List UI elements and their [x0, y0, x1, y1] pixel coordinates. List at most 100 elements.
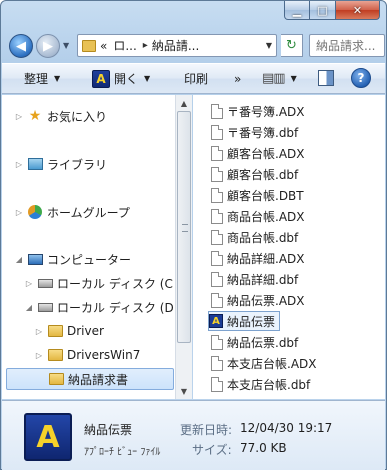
file-icon	[211, 271, 223, 287]
expand-arrow-icon[interactable]: ▷	[24, 279, 34, 288]
collapse-arrow-icon[interactable]: ◢	[24, 303, 34, 312]
file-item[interactable]: 納品伝票.dbf	[211, 332, 298, 352]
file-item[interactable]: 商品台帳.ADX	[211, 206, 305, 226]
scroll-up-icon[interactable]: ▲	[176, 95, 192, 111]
nav-item-computer[interactable]: ◢ コンピューター	[14, 248, 131, 270]
file-icon	[211, 250, 223, 266]
breadcrumb-separator-icon[interactable]: ▸	[143, 40, 148, 51]
file-item[interactable]: 〒番号簿.ADX	[211, 101, 305, 121]
nav-item-disk-c[interactable]: ▷ ローカル ディスク (C	[24, 272, 173, 294]
file-name: 〒番号簿.ADX	[227, 104, 305, 119]
breadcrumb-overflow[interactable]: «	[100, 39, 107, 53]
computer-icon	[27, 251, 43, 267]
expand-arrow-icon[interactable]: ▷	[14, 208, 24, 217]
nav-item-favorites[interactable]: ▷ ★ お気に入り	[14, 105, 107, 127]
folder-icon	[48, 371, 64, 387]
file-item[interactable]: 顧客台帳.DBT	[211, 185, 304, 205]
collapse-arrow-icon[interactable]: ◢	[14, 255, 24, 264]
file-item[interactable]: 顧客台帳.dbf	[211, 164, 298, 184]
minimize-button[interactable]: ▁	[284, 1, 310, 20]
disk-icon	[37, 275, 53, 291]
file-item[interactable]: 商品台帳.dbf	[211, 227, 298, 247]
chevron-down-icon[interactable]: ▼	[266, 41, 272, 50]
nav-label: DriversWin7	[67, 348, 141, 362]
nav-label: コンピューター	[47, 252, 132, 267]
file-item[interactable]: 顧客台帳.ADX	[211, 143, 305, 163]
file-name: 納品詳細.dbf	[227, 272, 299, 287]
file-name: 納品伝票	[227, 314, 276, 329]
nav-scrollbar[interactable]: ▲ ▼	[175, 95, 192, 399]
search-input[interactable]	[316, 38, 382, 53]
breadcrumb-current[interactable]: 納品請...	[152, 37, 199, 54]
explorer-window: ▁ □ ✕ ◀ ▶ ▼ « ロ... ▸ 納品請... ▼ ↻ 整理 ▼ A 開く…	[0, 0, 387, 470]
chevron-right-icon: »	[234, 71, 242, 86]
file-icon	[211, 208, 223, 224]
library-icon	[27, 156, 43, 172]
file-name: 本支店台帳.ADX	[227, 356, 317, 371]
more-commands-button[interactable]: »	[234, 64, 241, 93]
back-button[interactable]: ◀	[9, 34, 33, 58]
organize-button[interactable]: 整理 ▼	[24, 64, 60, 93]
arrow-right-icon: ▶	[43, 38, 53, 54]
chevron-down-icon: ▼	[290, 74, 297, 83]
file-name: 商品台帳.dbf	[227, 230, 299, 245]
chevron-down-icon: ▼	[144, 74, 151, 83]
file-item[interactable]: 本支店台帳.ADX	[211, 353, 317, 373]
nav-item-driverswin7[interactable]: ▷ DriversWin7	[34, 344, 140, 366]
nav-item-homegroup[interactable]: ▷ ホームグループ	[14, 201, 130, 223]
file-icon	[211, 187, 223, 203]
file-name: 納品詳細.ADX	[227, 251, 305, 266]
nav-label: お気に入り	[47, 109, 108, 124]
file-item[interactable]: 本支店台帳.dbf	[211, 374, 310, 394]
forward-button[interactable]: ▶	[36, 34, 60, 58]
approach-app-icon: A	[209, 314, 223, 328]
file-name: 顧客台帳.ADX	[227, 146, 305, 161]
open-button[interactable]: A 開く ▼	[92, 64, 150, 93]
scroll-down-icon[interactable]: ▼	[176, 383, 192, 399]
file-item-selected[interactable]: A 納品伝票	[208, 311, 281, 331]
expand-arrow-icon[interactable]: ▷	[34, 351, 44, 360]
file-item[interactable]: 納品伝票.ADX	[211, 290, 305, 310]
maximize-icon: □	[317, 3, 328, 17]
details-size-value: 77.0 KB	[240, 441, 287, 455]
details-pane: A 納品伝票 ｱﾌﾟﾛｰﾁ ﾋﾞｭｰ ﾌｧｲﾙ 更新日時: 12/04/30 1…	[2, 400, 385, 470]
nav-item-selected-folder[interactable]: 納品請求書	[6, 368, 174, 390]
details-file-name: 納品伝票	[84, 423, 133, 437]
help-icon[interactable]: ?	[351, 68, 371, 88]
file-icon	[211, 229, 223, 245]
nav-item-libraries[interactable]: ▷ ライブラリ	[14, 153, 107, 175]
nav-item-driver[interactable]: ▷ Driver	[34, 320, 104, 342]
caption-buttons: ▁ □ ✕	[284, 1, 380, 20]
recent-pages-dropdown[interactable]: ▼	[63, 41, 69, 50]
nav-label: ホームグループ	[47, 205, 130, 220]
view-options-button[interactable]: ▤▥ ▼	[262, 64, 297, 93]
details-modified-label: 更新日時:	[180, 423, 233, 437]
search-box[interactable]	[309, 34, 385, 57]
refresh-button[interactable]: ↻	[281, 34, 303, 57]
expand-arrow-icon[interactable]: ▷	[14, 160, 24, 169]
file-name: 納品伝票.dbf	[227, 335, 299, 350]
address-bar[interactable]: « ロ... ▸ 納品請... ▼	[77, 34, 277, 57]
details-file-type: ｱﾌﾟﾛｰﾁ ﾋﾞｭｰ ﾌｧｲﾙ	[84, 447, 161, 458]
file-list: 〒番号簿.ADX 〒番号簿.dbf 顧客台帳.ADX 顧客台帳.dbf 顧客台帳…	[193, 95, 385, 399]
file-icon	[211, 334, 223, 350]
preview-pane-icon[interactable]	[318, 70, 334, 86]
file-item[interactable]: 納品詳細.dbf	[211, 269, 298, 289]
expand-arrow-icon[interactable]: ▷	[34, 327, 44, 336]
maximize-button[interactable]: □	[310, 1, 336, 20]
file-name: 商品台帳.ADX	[227, 209, 305, 224]
expand-arrow-icon[interactable]: ▷	[14, 112, 24, 121]
file-name: 本支店台帳.dbf	[227, 377, 311, 392]
file-item[interactable]: 〒番号簿.dbf	[211, 122, 298, 142]
close-button[interactable]: ✕	[336, 1, 380, 20]
nav-label: 納品請求書	[68, 372, 129, 387]
navigation-pane: ▷ ★ お気に入り ▷ ライブラリ ▷ ホームグループ ◢ コンピューター ▷ …	[2, 95, 175, 399]
chevron-down-icon: ▼	[54, 74, 61, 83]
nav-item-disk-d[interactable]: ◢ ローカル ディスク (D	[24, 296, 174, 318]
nav-label: ライブラリ	[47, 157, 108, 172]
file-item[interactable]: 納品詳細.ADX	[211, 248, 305, 268]
nav-label: Driver	[67, 324, 104, 338]
print-button[interactable]: 印刷	[184, 64, 208, 93]
scroll-thumb[interactable]	[177, 111, 191, 343]
breadcrumb-segment[interactable]: ロ...	[113, 37, 136, 54]
